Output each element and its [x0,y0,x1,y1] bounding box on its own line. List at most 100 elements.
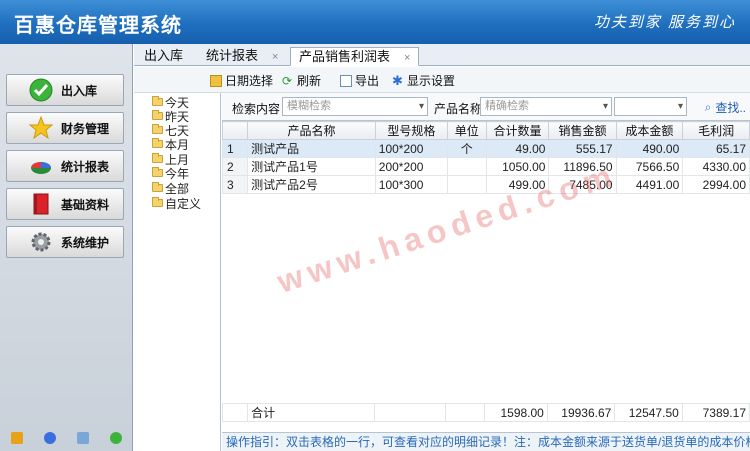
sidebar-item-label: 出入库 [61,83,98,98]
tab-bar: 出入库 统计报表 × 产品销售利润表 × [134,44,750,66]
magnifier-icon[interactable] [77,432,90,444]
row-number: 3 [221,175,249,194]
exit-icon[interactable] [110,432,123,444]
total-spec [374,403,447,422]
tree-item[interactable]: 自定义 [152,196,202,211]
tree-label: 自定义 [165,196,202,211]
close-icon[interactable]: × [404,52,410,64]
close-icon[interactable]: × [272,51,278,63]
fuzzy-search-combo[interactable]: 模糊检索 ▾ [282,97,428,116]
chevron-down-icon: ▾ [418,101,424,112]
date-range-tree: 今天 昨天 七天 本月 上月 今年 全部 自定义 [134,93,221,451]
key-icon[interactable] [10,432,23,444]
folder-icon [152,182,163,192]
cell-profit: 2994.00 [682,175,750,194]
app-header: 百惠仓库管理系统 功夫到家 服务到心 [0,0,750,44]
refresh-button[interactable]: ⟳ 刷新 [282,72,321,89]
folder-icon [152,197,163,207]
total-cost: 12547.50 [614,403,683,422]
tab-reports[interactable]: 统计报表 × [198,47,286,66]
refresh-icon: ⟳ [282,73,293,88]
row-number: 2 [221,157,249,176]
toolbar: 日期选择 ⟳ 刷新 导出 ✱ 显示设置 [134,67,750,93]
magnifier-icon: ⌕ [704,100,712,114]
placeholder-text: 精确检索 [485,100,529,112]
button-label: 日期选择 [225,74,274,88]
search-button[interactable]: ⌕ 查找.. [705,99,746,116]
tree-item[interactable]: 本月 [152,137,189,152]
total-profit: 7389.17 [681,403,750,422]
cell-unit [447,157,487,176]
clock-icon[interactable] [43,432,56,444]
tab-label: 出入库 [144,48,184,63]
settings-icon: ✱ [392,72,403,88]
total-label: 合计 [247,403,376,422]
sidebar-item-reports[interactable]: 统计报表 [6,150,124,182]
column-header[interactable]: 合计数量 [485,121,550,140]
cell-spec: 200*200 [374,157,449,176]
table-row[interactable]: 1 测试产品 100*200 个 49.00 555.17 490.00 65.… [221,139,750,158]
cell-spec: 100*300 [374,175,449,194]
button-label: 导出 [355,74,380,88]
sales-profit-table: 产品名称 型号规格 单位 合计数量 销售金额 成本金额 毛利润 1 测试产品 1… [221,120,750,432]
cell-sales: 11896.50 [548,157,617,176]
date-select-button[interactable]: 日期选择 [210,72,273,89]
button-label: 显示设置 [407,74,456,88]
sidebar-item-label: 统计报表 [61,159,110,174]
cell-cost: 7566.50 [615,157,684,176]
tab-inventory[interactable]: 出入库 [136,47,191,66]
cell-cost: 490.00 [615,139,684,158]
table-total-row: 合计 1598.00 19936.67 12547.50 7389.17 [221,403,750,422]
column-header[interactable]: 单位 [447,121,487,140]
sidebar-item-finance[interactable]: 财务管理 [6,112,124,144]
column-header[interactable]: 销售金额 [548,121,617,140]
column-header[interactable]: 产品名称 [247,121,376,140]
sidebar-item-maintenance[interactable]: 系统维护 [6,226,124,258]
sidebar-item-basic-data[interactable]: 基础资料 [6,188,124,220]
row-number-header [221,121,249,140]
total-qty: 1598.00 [483,403,548,422]
cell-spec: 100*200 [374,139,449,158]
tab-label: 统计报表 [206,48,259,63]
display-settings-button[interactable]: ✱ 显示设置 [392,72,455,89]
folder-icon [152,153,163,163]
cell-qty: 499.00 [485,175,550,194]
cell-product-name: 测试产品2号 [247,175,376,194]
check-circle-icon [29,78,53,102]
export-button[interactable]: 导出 [340,72,379,89]
export-icon [340,74,352,87]
cell-profit: 65.17 [682,139,750,158]
column-header[interactable]: 型号规格 [374,121,449,140]
table-header-row: 产品名称 型号规格 单位 合计数量 销售金额 成本金额 毛利润 [221,121,750,140]
total-row-number [221,403,249,422]
chevron-down-icon: ▾ [677,101,683,112]
row-number: 1 [221,139,249,158]
tab-sales-profit[interactable]: 产品销售利润表 × [290,47,420,66]
sidebar: 出入库 财务管理 统计报表 基础资料 系统维护 [0,44,133,451]
folder-icon [152,138,163,148]
cell-qty: 1050.00 [485,157,550,176]
tree-item[interactable]: 今年 [152,166,189,181]
column-header[interactable]: 毛利润 [682,121,750,140]
calendar-icon [210,74,222,87]
cell-sales: 7485.00 [548,175,617,194]
folder-icon [152,110,163,120]
tree-item[interactable]: 全部 [152,181,189,196]
total-unit [445,403,485,422]
cell-cost: 4491.00 [615,175,684,194]
chevron-down-icon: ▾ [602,101,608,112]
sidebar-item-label: 财务管理 [61,121,110,136]
folder-icon [152,124,163,134]
sidebar-item-label: 基础资料 [61,197,110,212]
sidebar-item-inventory[interactable]: 出入库 [6,74,124,106]
exact-search-combo[interactable]: 精确检索 ▾ [480,97,612,116]
app-slogan: 功夫到家 服务到心 [593,14,736,31]
cell-unit: 个 [447,139,487,158]
filter-combo[interactable]: ▾ [614,97,687,116]
cell-sales: 555.17 [548,139,617,158]
table-row[interactable]: 3 测试产品2号 100*300 499.00 7485.00 4491.00 … [221,175,750,194]
table-row[interactable]: 2 测试产品1号 200*200 1050.00 11896.50 7566.5… [221,157,750,176]
column-header[interactable]: 成本金额 [615,121,684,140]
search-bar: 检索内容 模糊检索 ▾ 产品名称 精确检索 ▾ ▾ ⌕ 查找.. [222,93,750,120]
app-title: 百惠仓库管理系统 [14,15,182,37]
